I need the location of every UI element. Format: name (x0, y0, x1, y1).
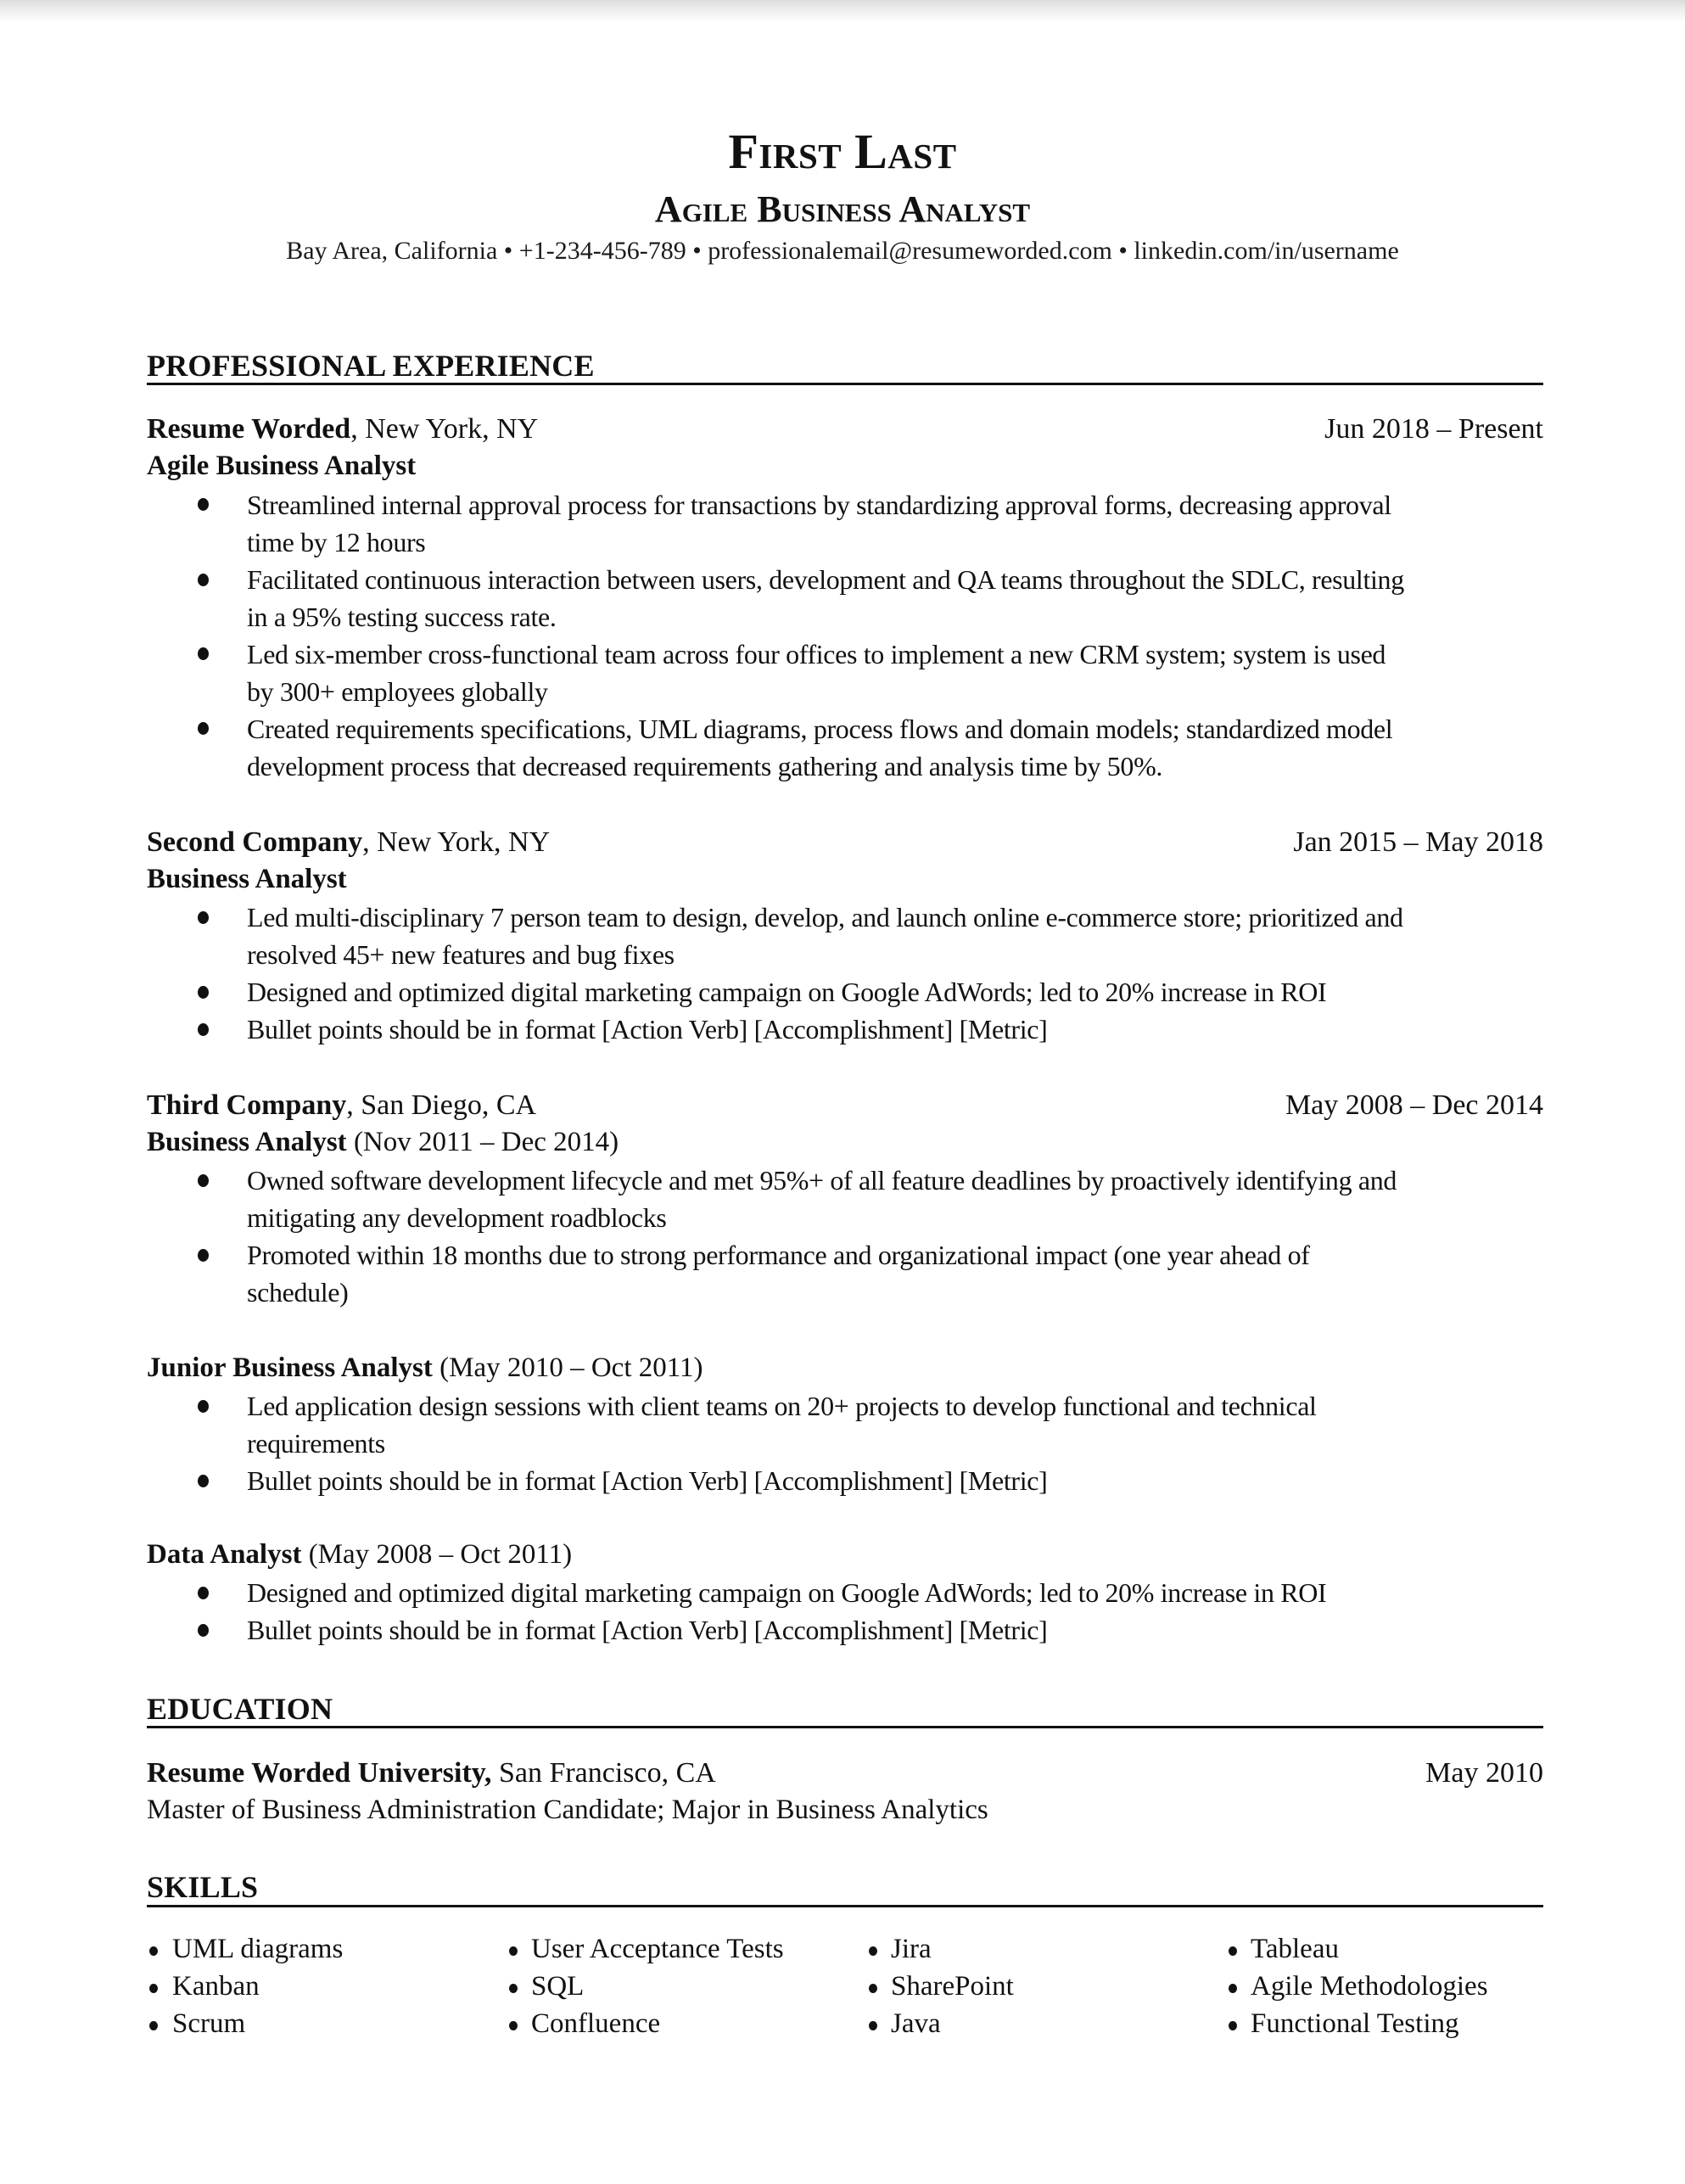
bullet-line: Designed and optimized digital marketing… (247, 1577, 1327, 1608)
role-period: (Nov 2011 – Dec 2014) (346, 1127, 619, 1157)
school-location: San Francisco, CA (491, 1757, 716, 1789)
skill-item: Functional Testing (1251, 2008, 1459, 2039)
section-heading-skills: SKILLS (147, 1870, 259, 1904)
bullet-icon (509, 1946, 518, 1956)
company-name: Third Company (147, 1089, 347, 1121)
bullet-line: development process that decreased requi… (247, 751, 1163, 781)
bullet-icon (1229, 1984, 1237, 1993)
education-header: Resume Worded University, San Francisco,… (147, 1759, 1543, 1788)
skill-item: Confluence (531, 2008, 661, 2039)
bullet-icon (198, 498, 209, 511)
role-title: Junior Business Analyst (May 2010 – Oct … (147, 1354, 703, 1382)
bullet-icon (149, 1984, 158, 1993)
resume-page: First Last Agile Business Analyst Bay Ar… (0, 0, 1685, 2184)
role-name: Agile Business Analyst (147, 451, 417, 481)
company-location: , New York, NY (350, 413, 539, 445)
section-divider (147, 383, 1543, 385)
role-name: Data Analyst (147, 1539, 302, 1570)
company-name: Second Company (147, 826, 363, 858)
company-location: , San Diego, CA (346, 1089, 537, 1121)
bullet-icon (198, 911, 209, 924)
bullet-icon (1229, 2021, 1237, 2030)
skill-item: Scrum (172, 2008, 246, 2039)
bullet-icon (198, 1475, 209, 1487)
bullet-icon (198, 1023, 209, 1036)
skill-item: Agile Methodologies (1251, 1971, 1488, 2002)
bullet-line: Led six-member cross-functional team acr… (247, 639, 1386, 669)
bullet-icon (198, 1249, 209, 1262)
role-title: Agile Business Analyst (147, 452, 416, 480)
section-heading-education: EDUCATION (147, 1692, 333, 1726)
graduation-date: May 2010 (1425, 1757, 1543, 1789)
bullet-icon (198, 722, 209, 735)
bullet-line: requirements (247, 1428, 385, 1459)
bullet-line: schedule) (247, 1277, 349, 1308)
candidate-name: First Last (728, 124, 957, 179)
company-location: , New York, NY (362, 826, 551, 858)
job-header: Third Company, San Diego, CA May 2008 – … (147, 1091, 1543, 1120)
school-name: Resume Worded University, (147, 1757, 492, 1789)
bullet-icon (149, 1946, 158, 1956)
skill-item: UML diagrams (172, 1934, 344, 1964)
bullet-icon (869, 1984, 877, 1993)
bullet-icon (509, 1984, 518, 1993)
job-dates: Jan 2015 – May 2018 (1293, 826, 1543, 858)
job-header: Second Company, New York, NY Jan 2015 – … (147, 828, 1543, 857)
role-period: (May 2010 – Oct 2011) (432, 1352, 703, 1383)
bullet-line: Owned software development lifecycle and… (247, 1165, 1397, 1196)
role-period: (May 2008 – Oct 2011) (301, 1539, 573, 1570)
bullet-line: resolved 45+ new features and bug fixes (247, 939, 675, 970)
bullet-icon (198, 1174, 209, 1187)
bullet-line: Bullet points should be in format [Actio… (247, 1465, 1048, 1496)
bullet-line: Created requirements specifications, UML… (247, 714, 1393, 744)
skill-item: Kanban (172, 1971, 260, 2002)
bullet-line: mitigating any development roadblocks (247, 1202, 667, 1233)
company-name: Resume Worded (147, 413, 351, 445)
role-title: Business Analyst (147, 865, 347, 893)
bullet-line: Promoted within 18 months due to strong … (247, 1240, 1310, 1270)
skill-item: Jira (891, 1934, 932, 1964)
role-name: Business Analyst (147, 864, 347, 894)
bullet-icon (869, 1946, 877, 1956)
bullet-icon (198, 1587, 209, 1599)
bullet-icon (1229, 1946, 1237, 1956)
bullet-line: Bullet points should be in format [Actio… (247, 1014, 1048, 1044)
section-divider (147, 1726, 1543, 1728)
bullet-icon (198, 574, 209, 586)
bullet-icon (198, 986, 209, 999)
bullet-icon (869, 2021, 877, 2030)
role-name: Business Analyst (147, 1127, 347, 1157)
job-dates: May 2008 – Dec 2014 (1285, 1089, 1543, 1121)
bullet-icon (198, 1624, 209, 1637)
role-title: Data Analyst (May 2008 – Oct 2011) (147, 1541, 572, 1569)
section-heading-experience: PROFESSIONAL EXPERIENCE (147, 349, 595, 383)
skill-item: User Acceptance Tests (531, 1934, 784, 1964)
skill-item: SQL (531, 1971, 585, 2002)
bullet-icon (149, 2021, 158, 2030)
section-divider (147, 1905, 1543, 1907)
contact-line: Bay Area, California • +1-234-456-789 • … (286, 237, 1399, 265)
bullet-line: in a 95% testing success rate. (247, 602, 557, 632)
candidate-title: Agile Business Analyst (654, 188, 1031, 230)
bullet-line: Led multi-disciplinary 7 person team to … (247, 902, 1403, 932)
bullet-line: Streamlined internal approval process fo… (247, 490, 1391, 520)
bullet-line: by 300+ employees globally (247, 676, 548, 707)
role-name: Junior Business Analyst (147, 1352, 433, 1383)
bullet-icon (198, 647, 209, 660)
skill-item: Tableau (1251, 1934, 1339, 1964)
bullet-icon (509, 2021, 518, 2030)
role-title: Business Analyst (Nov 2011 – Dec 2014) (147, 1128, 619, 1156)
job-dates: Jun 2018 – Present (1324, 413, 1543, 445)
bullet-line: Facilitated continuous interaction betwe… (247, 564, 1404, 595)
skill-item: SharePoint (891, 1971, 1014, 2002)
bullet-line: time by 12 hours (247, 527, 426, 557)
skill-item: Java (891, 2008, 941, 2039)
job-header: Resume Worded, New York, NY Jun 2018 – P… (147, 415, 1543, 444)
bullet-icon (198, 1400, 209, 1413)
bullet-line: Bullet points should be in format [Actio… (247, 1615, 1048, 1645)
bullet-line: Designed and optimized digital marketing… (247, 977, 1327, 1007)
degree: Master of Business Administration Candid… (147, 1795, 988, 1825)
bullet-line: Led application design sessions with cli… (247, 1391, 1317, 1421)
